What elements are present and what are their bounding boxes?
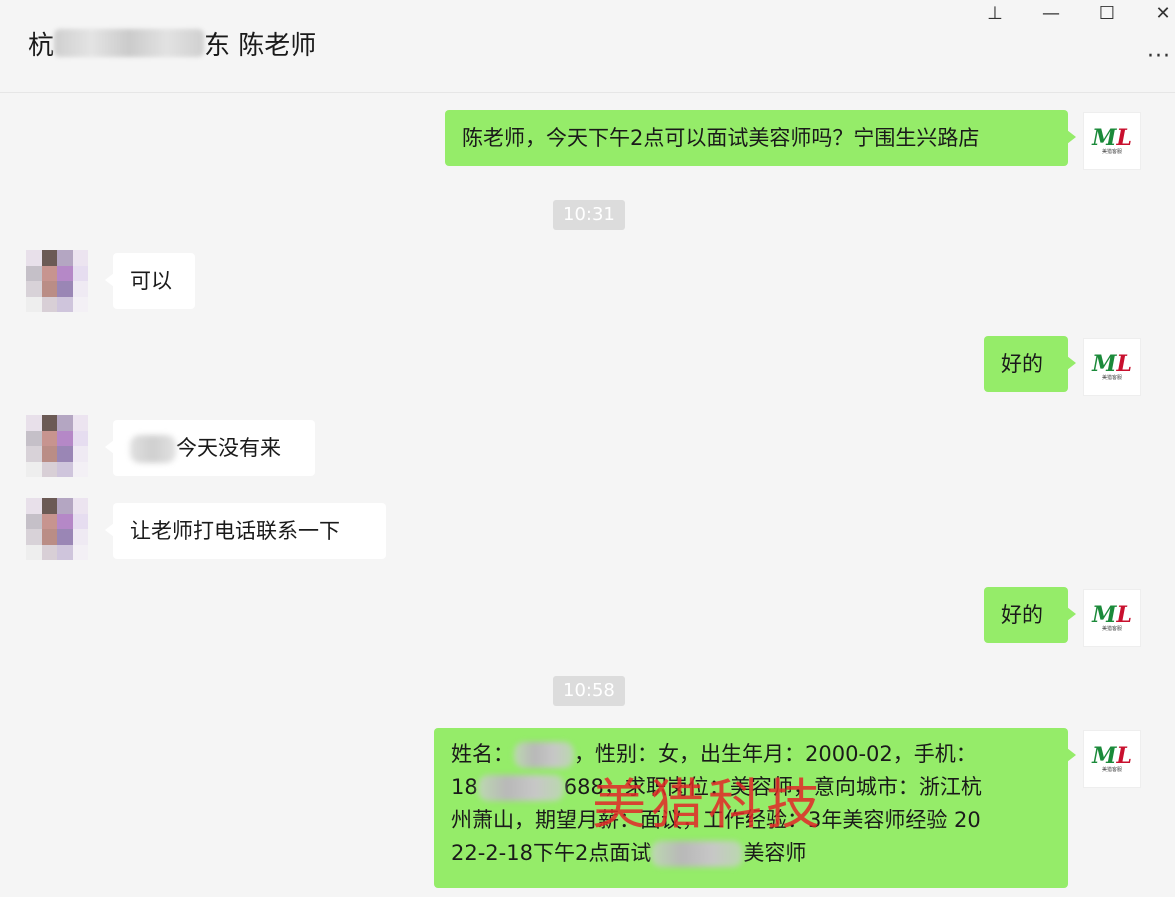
redacted-text xyxy=(130,435,176,463)
message-text: 陈老师，今天下午2点可以面试美容师吗？宁围生兴路店 xyxy=(462,126,980,150)
message-line: 18 688，求职岗位：美容师，意向城市：浙江杭 xyxy=(451,775,982,801)
message-bubble-sent[interactable]: 姓名： ，性别：女，出生年月：2000-02，手机： 18 688，求职岗位：美容师… xyxy=(434,728,1076,888)
title-prefix: 杭 xyxy=(28,30,55,61)
logo-m: M xyxy=(1092,743,1117,769)
message-line: 22-2-18下午2点面试 美容师 xyxy=(451,841,807,867)
close-button[interactable]: ✕ xyxy=(1146,0,1175,26)
maximize-button[interactable]: ☐ xyxy=(1090,0,1124,26)
my-avatar[interactable]: ML 美猎客服 xyxy=(1083,589,1141,647)
logo-m: M xyxy=(1092,351,1117,377)
logo-m: M xyxy=(1092,602,1117,628)
timestamp: 10:58 xyxy=(553,676,625,706)
message-text: 好的 xyxy=(1001,603,1043,627)
my-avatar[interactable]: ML 美猎客服 xyxy=(1083,112,1141,170)
redacted-name xyxy=(54,29,205,57)
contact-avatar[interactable] xyxy=(26,415,88,477)
message-bubble-received[interactable]: 可以 xyxy=(105,253,195,309)
message-bubble-received[interactable]: 今天没有来 xyxy=(105,420,315,476)
message-bubble-sent[interactable]: 好的 xyxy=(984,336,1076,392)
logo-l: L xyxy=(1116,602,1132,628)
pin-icon[interactable]: ⊥ xyxy=(978,0,1012,26)
message-bubble-sent[interactable]: 好的 xyxy=(984,587,1076,643)
minimize-button[interactable]: — xyxy=(1034,0,1068,26)
title-suffix: 东 陈老师 xyxy=(204,30,317,61)
my-avatar[interactable]: ML 美猎客服 xyxy=(1083,730,1141,788)
message-bubble-received[interactable]: 让老师打电话联系一下 xyxy=(105,503,386,559)
redacted-text xyxy=(651,841,744,867)
more-options-button[interactable]: ··· xyxy=(1147,44,1171,69)
avatar-caption: 美猎客服 xyxy=(1101,375,1122,381)
message-bubble-sent[interactable]: 陈老师，今天下午2点可以面试美容师吗？宁围生兴路店 xyxy=(445,110,1076,166)
logo-l: L xyxy=(1116,125,1132,151)
message-line: 州萧山，期望月薪：面议，工作经验：3年美容师经验 20 xyxy=(451,808,981,832)
logo-l: L xyxy=(1116,351,1132,377)
avatar-caption: 美猎客服 xyxy=(1101,767,1122,773)
message-line: 姓名： ，性别：女，出生年月：2000-02，手机： xyxy=(451,742,977,768)
contact-avatar[interactable] xyxy=(26,498,88,560)
chat-header: 杭 东 陈老师 ⊥ — ☐ ✕ ··· xyxy=(0,0,1175,93)
contact-avatar[interactable] xyxy=(26,250,88,312)
my-avatar[interactable]: ML 美猎客服 xyxy=(1083,338,1141,396)
avatar-caption: 美猎客服 xyxy=(1101,626,1122,632)
logo-m: M xyxy=(1092,125,1117,151)
timestamp: 10:31 xyxy=(553,200,625,230)
logo-l: L xyxy=(1116,743,1132,769)
redacted-text xyxy=(477,775,564,801)
message-text: 今天没有来 xyxy=(176,436,281,460)
chat-title: 杭 东 陈老师 xyxy=(28,26,317,61)
message-text: 让老师打电话联系一下 xyxy=(130,519,340,543)
message-text: 好的 xyxy=(1001,352,1043,376)
redacted-text xyxy=(514,742,574,768)
message-text: 可以 xyxy=(130,269,172,293)
avatar-caption: 美猎客服 xyxy=(1101,149,1122,155)
